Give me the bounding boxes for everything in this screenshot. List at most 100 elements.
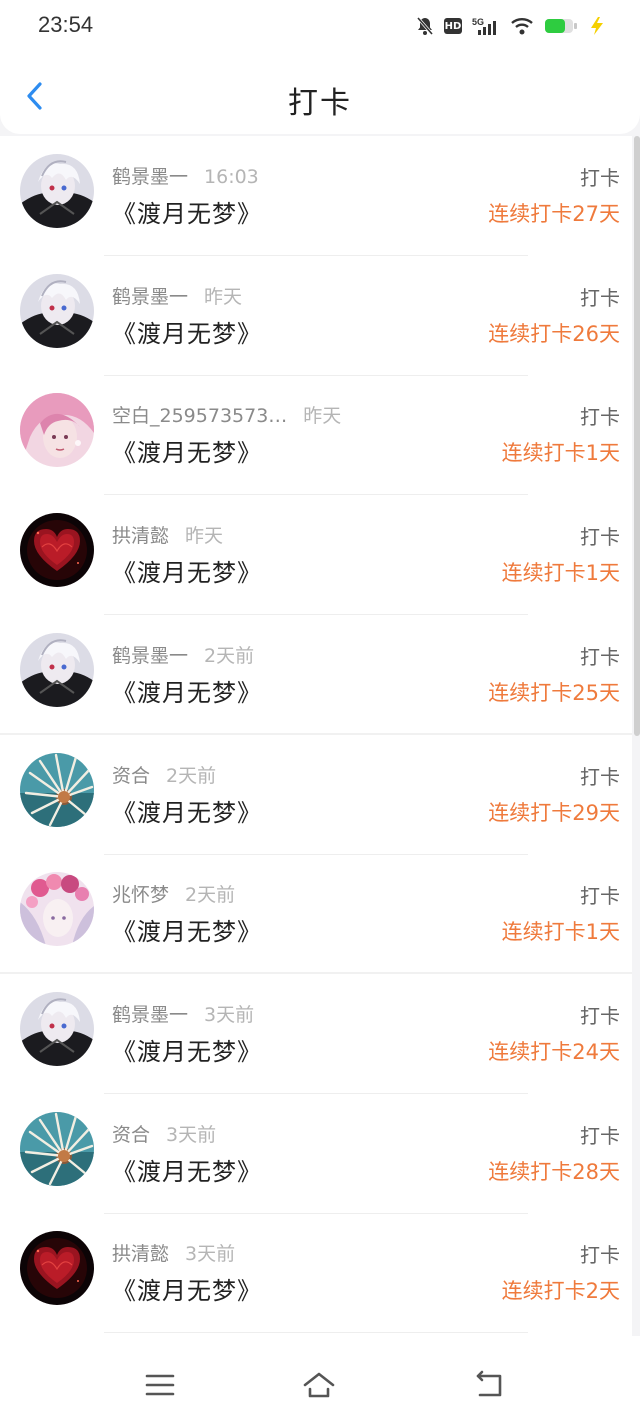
- streak-count: 连续打卡1天: [501, 441, 620, 466]
- avatar[interactable]: [20, 1111, 94, 1186]
- book-title: 《渡月无梦》: [112, 918, 262, 947]
- user-line: 鹤景墨一 3天前: [112, 1000, 254, 1027]
- scrollbar[interactable]: [634, 136, 640, 736]
- user-name[interactable]: 资合: [112, 765, 150, 787]
- checkin-label: 打卡: [580, 764, 620, 789]
- post-time: 16:03: [204, 166, 259, 188]
- user-name[interactable]: 拱清懿: [112, 525, 169, 547]
- wifi-icon: [510, 16, 534, 36]
- avatar[interactable]: [20, 872, 94, 947]
- book-title: 《渡月无梦》: [112, 200, 262, 228]
- streak-count: 连续打卡24天: [488, 1039, 620, 1064]
- post-time: 3天前: [166, 1123, 217, 1146]
- streak-count: 连续打卡29天: [488, 800, 620, 825]
- home-button[interactable]: [302, 1370, 336, 1400]
- menu-button[interactable]: [143, 1370, 177, 1400]
- avatar[interactable]: [20, 1231, 94, 1306]
- avatar[interactable]: [20, 273, 94, 348]
- system-nav-bar: [0, 1336, 640, 1427]
- divider: [104, 1332, 528, 1334]
- book-title: 《渡月无梦》: [112, 798, 262, 827]
- svg-text:5G: 5G: [472, 17, 484, 27]
- book-title: 《渡月无梦》: [112, 559, 262, 588]
- checkin-label: 打卡: [580, 644, 620, 669]
- page-title: 打卡: [288, 86, 352, 121]
- list-item[interactable]: 拱清懿 3天前《渡月无梦》 打卡连续打卡2天: [0, 1213, 632, 1334]
- streak-count: 连续打卡26天: [488, 321, 620, 346]
- app-header: 打卡: [0, 54, 640, 134]
- streak-count: 连续打卡28天: [488, 1159, 620, 1184]
- list-item[interactable]: 兆怀梦 2天前《渡月无梦》 打卡连续打卡1天: [0, 854, 632, 975]
- user-line: 资合 3天前: [112, 1120, 216, 1147]
- checkin-label: 打卡: [580, 884, 620, 909]
- charging-icon: [588, 16, 606, 36]
- checkin-label: 打卡: [580, 525, 620, 550]
- streak-count: 连续打卡25天: [488, 680, 620, 705]
- user-name[interactable]: 兆怀梦: [112, 884, 169, 906]
- avatar[interactable]: [20, 632, 94, 707]
- avatar[interactable]: [20, 991, 94, 1066]
- list-item[interactable]: 资合 3天前《渡月无梦》 打卡连续打卡28天: [0, 1094, 632, 1214]
- book-title: 《渡月无梦》: [112, 439, 262, 468]
- user-line: 拱清懿 昨天: [112, 521, 223, 548]
- user-name[interactable]: 资合: [112, 1124, 150, 1146]
- checkin-label: 打卡: [580, 1243, 620, 1268]
- home-icon: [303, 1372, 335, 1398]
- list-item[interactable]: 资合 2天前《渡月无梦》 打卡连续打卡29天: [0, 735, 632, 855]
- streak-count: 连续打卡2天: [501, 1279, 620, 1304]
- book-title: 《渡月无梦》: [112, 1037, 262, 1066]
- post-time: 昨天: [204, 285, 243, 308]
- mute-icon: [416, 16, 434, 36]
- checkin-label: 打卡: [580, 1123, 620, 1148]
- user-line: 鹤景墨一 2天前: [112, 641, 254, 668]
- avatar[interactable]: [20, 752, 94, 827]
- hd-icon: HD: [444, 18, 462, 34]
- checkin-label: 打卡: [580, 1003, 620, 1028]
- status-bar: 23:54 HD 5G: [0, 0, 640, 54]
- list-item[interactable]: 鹤景墨一 昨天 《渡月无梦》 打卡 连续打卡26天: [0, 256, 632, 376]
- post-time: 昨天: [303, 405, 342, 428]
- list-item[interactable]: 空白_259573573… 昨天《渡月无梦》 打卡连续打卡1天: [0, 375, 632, 496]
- avatar[interactable]: [20, 154, 94, 228]
- user-line: 鹤景墨一 昨天: [112, 282, 242, 309]
- user-line: 空白_259573573… 昨天: [112, 401, 341, 428]
- streak-count: 连续打卡1天: [501, 920, 620, 945]
- battery-icon: [544, 17, 578, 35]
- checkin-list: 鹤景墨一 16:03 《渡月无梦》 打卡 连续打卡27天 鹤景墨一 昨天 《渡月无梦》 打卡 连续…: [0, 136, 632, 1336]
- avatar[interactable]: [20, 393, 94, 468]
- user-line: 兆怀梦 2天前: [112, 880, 235, 907]
- user-name[interactable]: 鹤景墨一: [112, 286, 188, 308]
- back-nav-button[interactable]: [472, 1370, 506, 1400]
- user-name[interactable]: 空白_259573573…: [112, 405, 287, 427]
- post-time: 3天前: [185, 1243, 236, 1266]
- post-time: 2天前: [166, 764, 217, 787]
- checkin-label: 打卡: [580, 285, 620, 310]
- checkin-label: 打卡: [580, 166, 620, 190]
- user-name[interactable]: 鹤景墨一: [112, 645, 188, 667]
- list-item[interactable]: 鹤景墨一 3天前《渡月无梦》 打卡连续打卡24天: [0, 974, 632, 1094]
- user-name[interactable]: 拱清懿: [112, 1243, 169, 1265]
- status-icons: HD 5G: [416, 14, 606, 38]
- book-title: 《渡月无梦》: [112, 319, 262, 348]
- book-title: 《渡月无梦》: [112, 1277, 262, 1306]
- streak-count: 连续打卡27天: [488, 202, 620, 226]
- streak-count: 连续打卡1天: [501, 561, 620, 586]
- avatar[interactable]: [20, 513, 94, 588]
- post-time: 2天前: [185, 884, 236, 907]
- post-time: 2天前: [204, 644, 255, 667]
- list-item[interactable]: 鹤景墨一 16:03 《渡月无梦》 打卡连续打卡27天: [0, 136, 632, 256]
- menu-icon: [145, 1374, 175, 1396]
- post-time: 昨天: [185, 525, 224, 548]
- book-title: 《渡月无梦》: [112, 678, 262, 707]
- user-name[interactable]: 鹤景墨一: [112, 1004, 188, 1026]
- checkin-label: 打卡: [580, 405, 620, 430]
- signal-icon: 5G: [472, 16, 500, 36]
- post-time: 3天前: [204, 1003, 255, 1026]
- user-name[interactable]: 鹤景墨一: [112, 166, 188, 188]
- list-item[interactable]: 鹤景墨一 2天前《渡月无梦》 打卡连续打卡25天: [0, 615, 632, 735]
- user-line: 资合 2天前: [112, 761, 216, 788]
- list-item[interactable]: 拱清懿 昨天《渡月无梦》 打卡连续打卡1天: [0, 495, 632, 616]
- book-title: 《渡月无梦》: [112, 1157, 262, 1186]
- status-time: 23:54: [38, 12, 94, 37]
- back-nav-icon: [476, 1370, 502, 1397]
